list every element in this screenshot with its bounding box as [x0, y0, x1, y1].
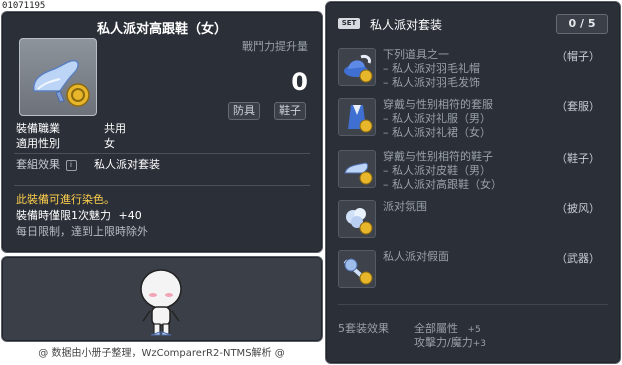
party-shoe-icon	[338, 150, 376, 188]
set-bonus-label: 5套装效果	[338, 322, 389, 335]
set-name: 私人派对套装	[370, 18, 443, 32]
divider	[14, 153, 310, 154]
set-item-cape[interactable]: 派对氛围 （披风）	[338, 200, 610, 240]
set-item-line: – 私人派对羽毛发饰	[383, 76, 480, 89]
tag-armor: 防具	[228, 102, 260, 120]
set-item-line: 穿戴与性别相符的鞋子	[383, 150, 493, 163]
set-item-lines: 私人派对假面	[383, 250, 449, 264]
charm-label: 裝備時僅限1次魅力	[16, 209, 111, 222]
item-name: 私人派对高跟鞋（女）	[96, 22, 227, 37]
divider	[338, 304, 608, 305]
character-preview	[1, 256, 323, 342]
set-item-category: （套服）	[556, 100, 600, 113]
set-item-line: – 私人派对高跟鞋（女）	[383, 178, 502, 191]
item-icon-frame	[19, 38, 97, 116]
stat-value: 共用	[104, 122, 126, 135]
set-effect-label: 套組效果	[16, 158, 60, 171]
set-bonus-stat-name: 攻擊力/魔力	[414, 336, 473, 349]
set-item-lines: 下列道具之一 – 私人派对羽毛礼帽 – 私人派对羽毛发饰	[383, 48, 480, 90]
character-avatar	[140, 269, 182, 336]
set-item-shoes[interactable]: 穿戴与性别相符的鞋子 – 私人派对皮鞋（男） – 私人派对高跟鞋（女） （鞋子）	[338, 150, 610, 192]
info-icon: i	[65, 159, 77, 171]
set-item-line: – 私人派对羽毛礼帽	[383, 62, 480, 75]
set-item-line: – 私人派对皮鞋（男）	[383, 164, 491, 177]
set-item-line: 下列道具之一	[383, 48, 449, 61]
set-item-category: （鞋子）	[556, 152, 600, 165]
daily-limit-note: 每日限制，達到上限時除外	[16, 225, 148, 238]
set-item-category: （披风）	[556, 202, 600, 215]
charm-row: 裝備時僅限1次魅力 +40	[16, 207, 142, 223]
set-effect-value: 私人派对套装	[94, 158, 160, 171]
high-heel-shoe-icon	[33, 59, 90, 107]
set-item-line: – 私人派对礼裙（女）	[383, 126, 491, 139]
set-item-hat[interactable]: 下列道具之一 – 私人派对羽毛礼帽 – 私人派对羽毛发饰 （帽子）	[338, 48, 610, 90]
stat-value: 女	[104, 137, 115, 150]
data-source-note: @ 数据由小册子整理，WzComparerR2-NTMS解析 @	[38, 348, 285, 359]
party-dress-icon	[338, 98, 376, 136]
set-item-category: （帽子）	[556, 50, 600, 63]
set-effect-row[interactable]: 套組效果 i 私人派对套装	[16, 156, 160, 172]
set-panel: SET 私人派对套装 0 / 5 下列道具之一 – 私人派对羽毛礼帽 – 私人派…	[325, 1, 621, 364]
set-item-category: （武器）	[556, 252, 600, 265]
party-cape-icon	[338, 200, 376, 238]
set-bonus-stat: 攻擊力/魔力+3	[414, 334, 486, 350]
set-item-line: – 私人派对礼服（男）	[383, 112, 491, 125]
combat-power-label: 戰鬥力提升量	[242, 40, 308, 53]
item-tooltip: 私人派对高跟鞋（女） 戰鬥力提升量 0 防具 鞋子 裝備職業 共用 適用性別 女 套…	[1, 11, 323, 253]
feather-hat-icon	[338, 48, 376, 86]
charm-value: +40	[118, 209, 142, 222]
set-count: 0 / 5	[556, 14, 608, 34]
set-item-line: 私人派对假面	[383, 250, 449, 263]
combat-power-value: 0	[291, 68, 308, 96]
set-item-lines: 穿戴与性别相符的鞋子 – 私人派对皮鞋（男） – 私人派对高跟鞋（女）	[383, 150, 502, 192]
stat-row-gender: 適用性別 女	[16, 135, 115, 151]
set-item-line: 派对氛围	[383, 200, 427, 213]
dye-note: 此裝備可進行染色。	[16, 193, 115, 206]
set-item-outfit[interactable]: 穿戴与性别相符的套服 – 私人派对礼服（男） – 私人派对礼裙（女） （套服）	[338, 98, 610, 140]
divider	[14, 185, 310, 186]
tag-shoes: 鞋子	[274, 102, 306, 120]
set-item-line: 穿戴与性别相符的套服	[383, 98, 493, 111]
stat-key: 適用性別	[16, 137, 60, 150]
set-item-weapon[interactable]: 私人派对假面 （武器）	[338, 250, 610, 290]
stat-key: 裝備職業	[16, 122, 60, 135]
set-badge: SET	[338, 18, 360, 29]
party-mask-icon	[338, 250, 376, 288]
set-item-lines: 穿戴与性别相符的套服 – 私人派对礼服（男） – 私人派对礼裙（女）	[383, 98, 493, 140]
stat-row-job: 裝備職業 共用	[16, 120, 126, 136]
set-bonus-stat-value: +3	[472, 339, 486, 349]
item-id: 01071195	[2, 1, 46, 11]
set-item-lines: 派对氛围	[383, 200, 427, 214]
